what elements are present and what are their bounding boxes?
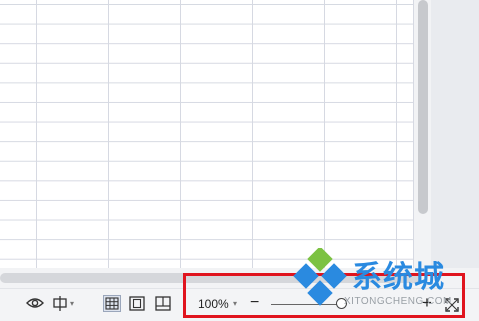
vertical-scrollbar-thumb[interactable]: [418, 0, 428, 214]
watermark-text: 系统城: [352, 261, 445, 294]
watermark-url: XITONGCHENG.COM: [344, 296, 452, 307]
eye-icon[interactable]: [26, 296, 44, 310]
watermark-logo-icon: [292, 248, 352, 310]
page-break-view-icon[interactable]: [155, 296, 171, 311]
chevron-down-icon[interactable]: ▾: [70, 299, 74, 308]
page-layout-view-icon[interactable]: [129, 296, 145, 311]
normal-view-icon[interactable]: [103, 295, 121, 312]
crosshair-icon[interactable]: [52, 296, 68, 311]
spreadsheet-grid[interactable]: [0, 0, 414, 268]
right-gutter: [431, 0, 479, 268]
